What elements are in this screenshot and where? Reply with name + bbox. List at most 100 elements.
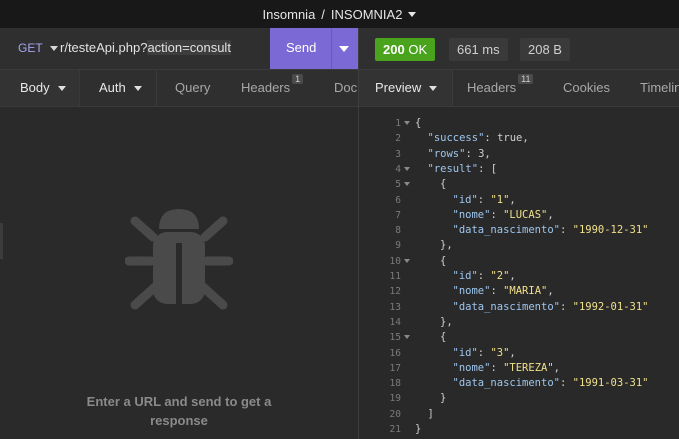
response-size-badge: 208 B [520,38,570,61]
code-text: "id": "1", [452,193,516,206]
code-text: ] [427,407,434,420]
url-text: r/testeApi.php? [60,40,148,55]
response-headers-count-badge: 11 [518,74,534,84]
tab-cookies-label: Cookies [563,80,610,95]
fold-toggle-icon[interactable] [404,182,410,187]
url-bar: GET r/testeApi.php?action=consult Send [0,28,358,70]
code-text: }, [440,315,453,328]
code-text: "rows": 3, [427,147,491,160]
code-line: 17 "nome": "TEREZA", [359,361,679,376]
line-number: 6 [395,194,401,206]
tab-body[interactable]: Body [20,80,66,95]
send-button[interactable]: Send [270,28,358,69]
response-tabs: Preview Headers11 Cookies Timeline [359,70,679,107]
method-label: GET [18,41,43,55]
line-number: 16 [389,347,401,359]
app-name: Insomnia [262,6,316,22]
tab-timeline-label: Timeline [640,80,679,95]
title-separator: / [321,6,325,22]
tab-docs-label: Doc [334,80,358,95]
chevron-down-icon [49,45,58,51]
line-number: 8 [395,225,401,237]
code-text: }, [440,239,453,252]
line-number: 18 [389,378,401,390]
code-line: 4 "result": [ [359,162,679,177]
tab-query[interactable]: Query [175,80,210,95]
title-bar: Insomnia / INSOMNIA2 [0,0,679,28]
code-line: 11 "id": "2", [359,269,679,284]
tab-timeline[interactable]: Timeline [640,80,679,95]
line-number: 20 [389,408,401,420]
code-text: "id": "3", [452,346,516,359]
tab-docs[interactable]: Doc [334,80,357,95]
line-number: 21 [389,424,401,435]
line-number: 12 [389,286,401,298]
status-code: 200 [383,42,405,57]
tab-divider [452,70,453,106]
tab-cookies[interactable]: Cookies [563,80,610,95]
code-text: "data_nascimento": "1991-03-31" [452,377,649,390]
fold-toggle-icon[interactable] [404,335,410,340]
send-divider [331,28,332,69]
tab-headers[interactable]: Headers1 [241,74,304,95]
status-text: OK [408,42,428,57]
line-number: 10 [389,255,401,267]
line-number: 5 [395,179,401,191]
tab-headers-label: Headers [241,80,291,95]
tab-preview[interactable]: Preview [375,80,438,95]
line-number: 17 [389,362,401,374]
url-input[interactable]: r/testeApi.php?action=consult [60,40,231,55]
line-number: 3 [395,148,401,160]
send-label: Send [286,40,317,55]
code-text: "data_nascimento": "1990-12-31" [452,224,649,237]
code-line: 19} [359,391,679,406]
fold-toggle-icon[interactable] [404,166,410,171]
code-line: 21} [359,422,679,437]
line-number: 9 [395,240,401,252]
code-line: 8 "data_nascimento": "1990-12-31" [359,223,679,238]
code-text: { [440,178,447,191]
line-number: 13 [389,301,401,313]
line-number: 11 [389,271,401,282]
scroll-indicator [0,223,3,259]
tab-response-headers[interactable]: Headers11 [467,74,534,95]
tab-divider [79,70,80,106]
tab-response-headers-label: Headers [467,80,517,95]
json-preview[interactable]: 1{ 2 "success": true, 3 "rows": 3, 4 "result":… [359,108,679,439]
response-pane: 200 OK 661 ms 208 B Preview Headers11 Co… [358,28,679,439]
tab-auth[interactable]: Auth [99,80,142,95]
code-text: "success": true, [427,132,529,145]
code-line: 3 "rows": 3, [359,147,679,162]
workspace-name[interactable]: INSOMNIA2 [331,7,403,22]
status-badge: 200 OK [375,38,436,61]
tab-auth-label: Auth [99,80,126,95]
code-line: 10 { [359,254,679,269]
empty-state-message: Enter a URL and send to get a response [0,392,358,430]
code-line: 14}, [359,315,679,330]
send-options-chevron-icon[interactable] [339,46,349,52]
code-line: 15 { [359,330,679,345]
fold-toggle-icon[interactable] [404,258,410,263]
fold-toggle-icon[interactable] [404,121,410,125]
code-line: 18 "data_nascimento": "1991-03-31" [359,376,679,391]
method-selector[interactable]: GET [18,41,58,55]
workspace-dropdown-icon[interactable] [408,12,417,17]
code-text: { [440,331,447,344]
chevron-down-icon [133,86,142,92]
request-tabs: Body Auth Query Headers1 Doc [0,70,358,107]
code-line: 5{ [359,177,679,192]
response-status-bar: 200 OK 661 ms 208 B [359,28,679,70]
code-line: 6 "id": "1", [359,193,679,208]
code-line: 16 "id": "3", [359,346,679,361]
chevron-down-icon [57,86,66,92]
code-text: "nome": "MARIA", [452,285,554,298]
code-line: 1{ [359,116,679,131]
bug-icon [125,209,233,310]
request-pane: GET r/testeApi.php?action=consult Send B… [0,28,358,439]
line-number: 2 [395,133,401,145]
code-line: 7 "nome": "LUCAS", [359,208,679,223]
tab-preview-label: Preview [375,80,422,95]
code-text: "result": [ [427,162,498,175]
empty-state-line-1: Enter a URL and send to get a [86,394,272,409]
headers-count-badge: 1 [292,74,304,84]
